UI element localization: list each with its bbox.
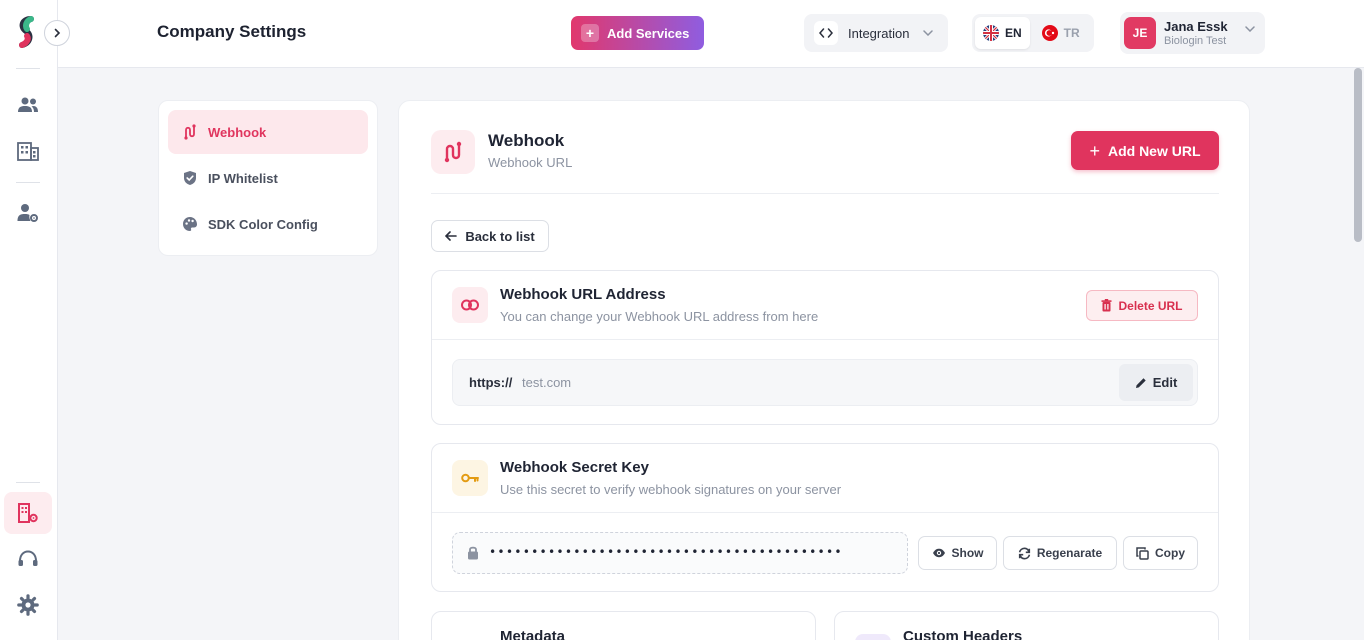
building-gear-icon [18, 503, 38, 523]
rail-divider [16, 182, 40, 183]
user-menu[interactable]: JE Jana Essk Biologin Test [1120, 12, 1265, 54]
language-option-en[interactable]: EN [975, 17, 1030, 49]
webhook-panel: Webhook Webhook URL + Add New URL Back t… [398, 100, 1250, 640]
integration-dropdown[interactable]: Integration [804, 14, 948, 52]
section-title: Webhook URL Address [500, 286, 666, 303]
language-code-en: EN [1005, 26, 1022, 40]
plus-icon: + [1089, 140, 1100, 161]
brand-logo[interactable] [14, 16, 40, 50]
top-header: Company Settings + Add Services Integrat… [58, 0, 1364, 68]
settings-nav-sdk-color-config[interactable]: SDK Color Config [168, 202, 368, 246]
url-host: test.com [522, 375, 572, 390]
settings-nav-label: Webhook [208, 124, 267, 140]
settings-nav-label: IP Whitelist [208, 170, 278, 186]
left-rail [0, 0, 58, 640]
user-name: Jana Essk [1164, 19, 1228, 34]
add-services-label: Add Services [607, 25, 690, 41]
rail-users-button[interactable] [4, 84, 52, 126]
rail-support-button[interactable] [4, 538, 52, 580]
add-new-url-label: Add New URL [1107, 142, 1201, 159]
add-new-url-button[interactable]: + Add New URL [1071, 131, 1219, 170]
rail-divider [16, 482, 40, 483]
webhook-icon [431, 130, 475, 174]
delete-url-label: Delete URL [1118, 298, 1183, 313]
edit-url-button[interactable]: Edit [1119, 364, 1193, 401]
webhook-url-field: https:// test.com Edit [452, 359, 1198, 406]
user-organization: Biologin Test [1164, 35, 1227, 47]
chevron-right-icon [54, 28, 61, 38]
url-protocol: https:// [469, 375, 513, 390]
settings-nav-webhook[interactable]: Webhook [168, 110, 368, 154]
code-icon [814, 21, 838, 45]
panel-title: Webhook [488, 131, 565, 150]
section-subtitle: You can change your Webhook URL address … [500, 309, 819, 324]
building-icon [17, 142, 39, 161]
copy-icon [1136, 546, 1149, 560]
copy-secret-label: Copy [1155, 546, 1185, 560]
arrow-left-icon [445, 231, 458, 241]
metadata-title: Metadata [500, 628, 566, 640]
metadata-card: Metadata [431, 611, 816, 640]
page-scrollbar[interactable] [1354, 68, 1362, 242]
lock-icon [468, 546, 478, 560]
section-subtitle: Use this secret to verify webhook signat… [500, 482, 842, 497]
shield-check-icon [184, 171, 196, 185]
custom-headers-title: Custom Headers [903, 628, 1023, 640]
webhook-url-section: Webhook URL Address You can change your … [431, 270, 1219, 425]
integration-label: Integration [848, 25, 910, 41]
webhook-secret-section: Webhook Secret Key Use this secret to ve… [431, 443, 1219, 592]
gear-icon [17, 594, 39, 616]
language-switcher: EN TR [972, 14, 1094, 52]
refresh-icon [1018, 546, 1031, 560]
key-icon [452, 460, 488, 496]
rail-divider [16, 68, 40, 69]
section-title: Webhook Secret Key [500, 459, 649, 476]
pencil-icon [1135, 377, 1146, 388]
secret-key-value: ••••••••••••••••••••••••••••••••••••••••… [489, 545, 843, 559]
rail-company-settings-button[interactable] [4, 492, 52, 534]
regenerate-secret-button[interactable]: Regenarate [1003, 536, 1117, 570]
custom-headers-card: Custom Headers [834, 611, 1219, 640]
webhook-icon [184, 124, 196, 140]
panel-subtitle: Webhook URL [488, 155, 573, 170]
rail-settings-button[interactable] [4, 584, 52, 626]
eye-icon [932, 548, 945, 558]
section-divider [432, 512, 1218, 513]
headset-icon [18, 550, 38, 566]
avatar: JE [1124, 17, 1156, 49]
rail-company-button[interactable] [4, 130, 52, 172]
back-to-list-label: Back to list [465, 228, 535, 244]
rail-expand-button[interactable] [44, 20, 70, 46]
regenerate-secret-label: Regenarate [1036, 546, 1103, 560]
users-icon [18, 97, 38, 112]
panel-divider [431, 193, 1219, 194]
turkey-flag-icon [1041, 25, 1058, 41]
section-divider [432, 339, 1218, 340]
language-option-tr[interactable]: TR [1034, 17, 1088, 49]
add-services-button[interactable]: + Add Services [571, 16, 704, 50]
language-code-tr: TR [1063, 26, 1080, 40]
uk-flag-icon [983, 25, 999, 41]
trash-icon [1101, 299, 1112, 312]
delete-url-button[interactable]: Delete URL [1086, 290, 1198, 321]
plus-icon: + [581, 24, 599, 42]
chevron-down-icon [923, 30, 934, 36]
settings-nav-label: SDK Color Config [208, 216, 318, 232]
secret-key-field: ••••••••••••••••••••••••••••••••••••••••… [452, 532, 908, 574]
settings-nav: Webhook IP Whitelist SDK Color Config [158, 100, 378, 256]
link-icon [452, 287, 488, 323]
edit-url-label: Edit [1152, 375, 1178, 390]
back-to-list-button[interactable]: Back to list [431, 220, 549, 252]
copy-secret-button[interactable]: Copy [1123, 536, 1198, 570]
show-secret-label: Show [951, 546, 984, 560]
headers-icon [855, 634, 891, 640]
show-secret-button[interactable]: Show [918, 536, 997, 570]
user-gear-icon [17, 204, 38, 222]
palette-icon [183, 217, 197, 231]
chevron-down-icon [1245, 26, 1255, 32]
page-title: Company Settings [157, 22, 307, 41]
rail-user-settings-button[interactable] [4, 192, 52, 234]
settings-nav-ip-whitelist[interactable]: IP Whitelist [168, 156, 368, 200]
